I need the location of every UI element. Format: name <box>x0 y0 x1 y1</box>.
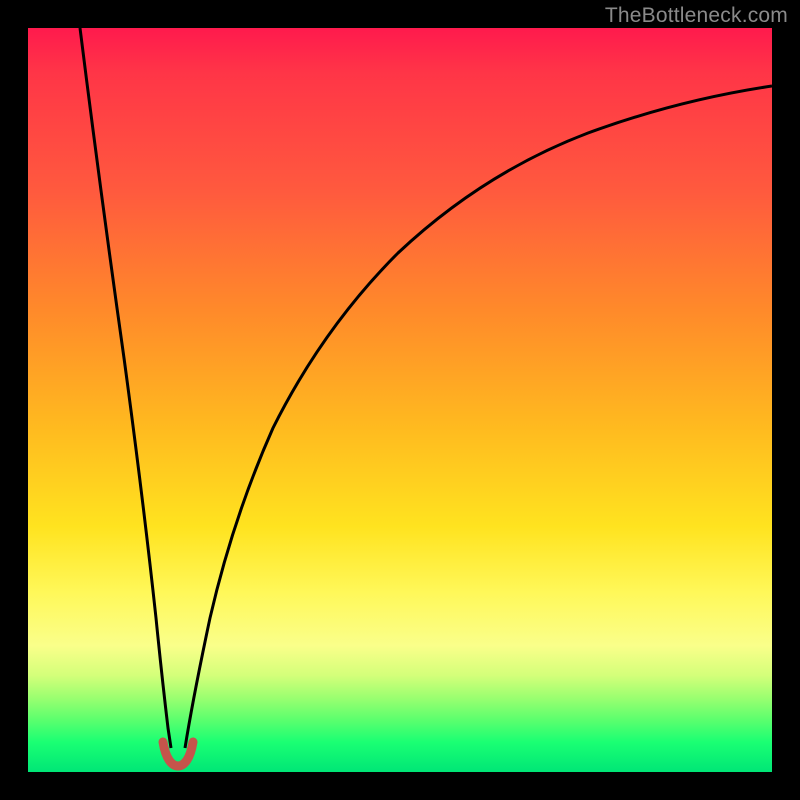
curve-notch <box>163 742 193 766</box>
curve-left-branch <box>80 28 171 748</box>
chart-frame: TheBottleneck.com <box>0 0 800 800</box>
watermark-text: TheBottleneck.com <box>605 4 788 28</box>
chart-plot-area <box>28 28 772 772</box>
bottleneck-curve <box>28 28 772 772</box>
curve-right-branch <box>185 86 772 748</box>
